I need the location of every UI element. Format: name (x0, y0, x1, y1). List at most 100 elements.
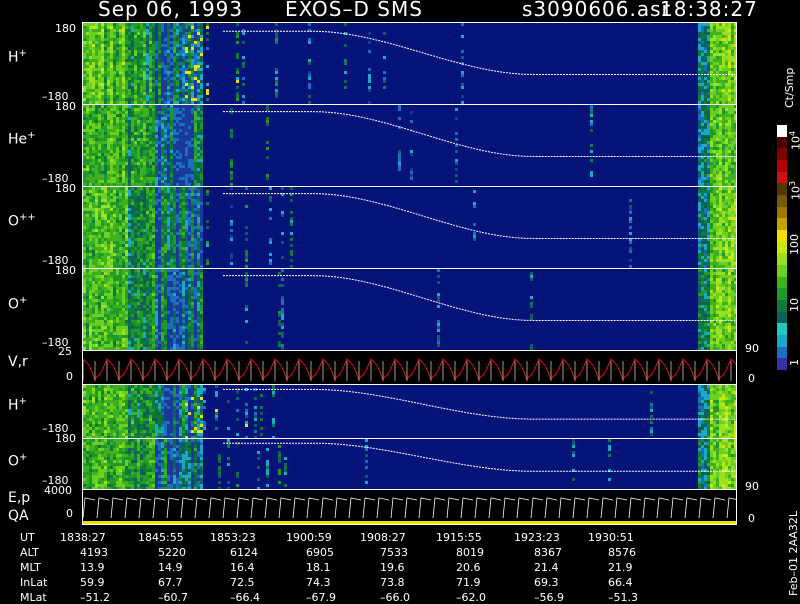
alt-row-name: ALT (20, 546, 39, 559)
table-cell: 6905 (306, 546, 334, 559)
colorbar-segment (777, 160, 787, 172)
mlt-row-name: MLT (20, 561, 41, 574)
colorbar-unit: Ct/Smp (783, 68, 796, 108)
inlat-row-name: InLat (20, 576, 47, 589)
table-cell: 73.8 (380, 576, 405, 589)
ut-row-name: UT (20, 531, 35, 544)
o-plusplus-top-tick: 180 (55, 182, 76, 195)
colorbar (777, 125, 787, 370)
table-cell: 13.9 (80, 561, 105, 574)
table-cell: 19.6 (380, 561, 405, 574)
h-plus-label: H+ (8, 48, 27, 66)
he-plus-panel (82, 104, 737, 187)
velocity-trace (83, 359, 737, 381)
table-cell: 74.3 (306, 576, 331, 589)
colorbar-segment (777, 148, 787, 160)
colorbar-segment (777, 335, 787, 347)
table-cell: –51.3 (608, 591, 638, 604)
table-cell: 21.4 (534, 561, 559, 574)
vr-zero-tick: 0 (66, 370, 73, 383)
table-cell: 16.4 (230, 561, 255, 574)
colorbar-segment (777, 195, 787, 207)
colorbar-segment (777, 288, 787, 300)
qa-label: QA (8, 508, 29, 524)
table-cell: 1923:23 (514, 531, 560, 544)
table-cell: 1930:51 (588, 531, 634, 544)
table-cell: 1853:23 (210, 531, 256, 544)
colorbar-segment (777, 183, 787, 195)
colorbar-segment (777, 312, 787, 324)
colorbar-segment (777, 172, 787, 184)
table-cell: 14.9 (158, 561, 183, 574)
ep-panel (82, 489, 737, 525)
colorbar-segment (777, 265, 787, 277)
table-cell: 71.9 (456, 576, 481, 589)
colorbar-label-10: 10 (788, 298, 800, 312)
table-cell: 1900:59 (286, 531, 332, 544)
table-cell: –66.0 (380, 591, 410, 604)
colorbar-segment (777, 358, 787, 370)
colorbar-label-1: 1 (788, 359, 800, 366)
o-plus-panel (82, 268, 737, 351)
vr-top-tick: 25 (58, 345, 72, 358)
o-plusplus-label: O++ (8, 212, 36, 230)
he-plus-label: He+ (8, 130, 36, 148)
ep-zero-tick: 0 (66, 507, 73, 520)
table-cell: 1915:55 (436, 531, 482, 544)
table-cell: 8576 (608, 546, 636, 559)
table-cell: 18.1 (306, 561, 331, 574)
table-cell: 72.5 (230, 576, 255, 589)
ep-top-tick: 4000 (44, 484, 72, 497)
date-title: Sep 06, 1993 (98, 0, 243, 21)
table-cell: 5220 (158, 546, 186, 559)
table-cell: 66.4 (608, 576, 633, 589)
vr-label: V,r (8, 354, 28, 370)
h-plus-panel (82, 22, 737, 105)
h-plus-2-panel (82, 384, 737, 439)
colorbar-segment (777, 253, 787, 265)
table-cell: –67.9 (306, 591, 336, 604)
instrument-title: EXOS–D SMS (285, 0, 423, 21)
o-plus-2-label: O+ (8, 452, 27, 470)
colorbar-segment (777, 230, 787, 242)
table-cell: –60.7 (158, 591, 188, 604)
table-cell: 6124 (230, 546, 258, 559)
mlat-row-name: MLat (20, 591, 47, 604)
energy-trace (83, 498, 737, 518)
table-cell: –66.4 (230, 591, 260, 604)
colorbar-label-1e3: 103 (788, 181, 800, 200)
table-cell: 67.7 (158, 576, 183, 589)
table-cell: 59.9 (80, 576, 105, 589)
table-cell: 8367 (534, 546, 562, 559)
table-cell: –56.9 (534, 591, 564, 604)
table-cell: 4193 (80, 546, 108, 559)
colorbar-segment (777, 218, 787, 230)
file-name: s3090606.asr (522, 0, 671, 21)
colorbar-segment (777, 125, 787, 137)
h-plus-2-label: H+ (8, 396, 27, 414)
o-plusplus-panel (82, 186, 737, 269)
colorbar-segment (777, 347, 787, 359)
colorbar-segment (777, 323, 787, 335)
o-plus-2-top-tick: 180 (55, 432, 76, 445)
o-plus-top-tick: 180 (55, 264, 76, 277)
he-plus-top-tick: 180 (55, 100, 76, 113)
vr-right-top-tick: 90 (745, 342, 759, 355)
o-plus-2-right-tick: 90 (745, 480, 759, 493)
table-cell: 20.6 (456, 561, 481, 574)
o-plus-2-panel (82, 438, 737, 490)
table-cell: 21.9 (608, 561, 633, 574)
colorbar-segment (777, 137, 787, 149)
table-cell: –51.2 (80, 591, 110, 604)
colorbar-label-100: 100 (788, 234, 800, 255)
vr-panel (82, 350, 737, 385)
colorbar-segment (777, 277, 787, 289)
o-plus-label: O+ (8, 295, 27, 313)
colorbar-segment (777, 242, 787, 254)
qa-bar (83, 521, 737, 525)
side-note: Feb–01 2AA32L (787, 511, 800, 596)
ep-right-tick: 0 (748, 512, 755, 525)
h-plus-top-tick: 180 (55, 22, 76, 35)
ep-label: E,p (8, 490, 30, 506)
table-cell: 1838:27 (60, 531, 106, 544)
